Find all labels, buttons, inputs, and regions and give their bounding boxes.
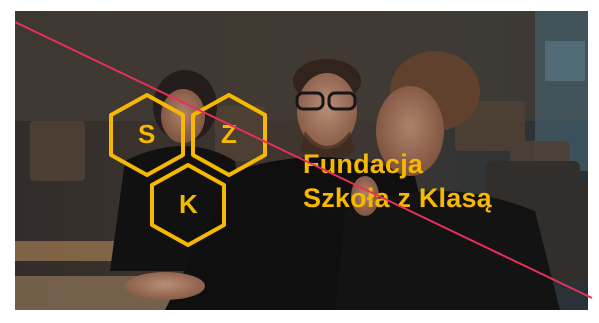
logo-letter-k: K (179, 189, 198, 219)
photo-frame: S Z K Fundacja Szkoła z Klasą (15, 11, 588, 310)
foundation-name-line2: Szkoła z Klasą (303, 183, 492, 213)
foundation-name: Fundacja Szkoła z Klasą (303, 147, 492, 215)
hexagon-honeycomb-icon (109, 93, 267, 247)
logo-letter-z: Z (221, 119, 237, 149)
szk-logo: S Z K (101, 89, 291, 269)
foundation-name-line1: Fundacja (303, 149, 424, 179)
logo-letter-s: S (138, 119, 156, 149)
